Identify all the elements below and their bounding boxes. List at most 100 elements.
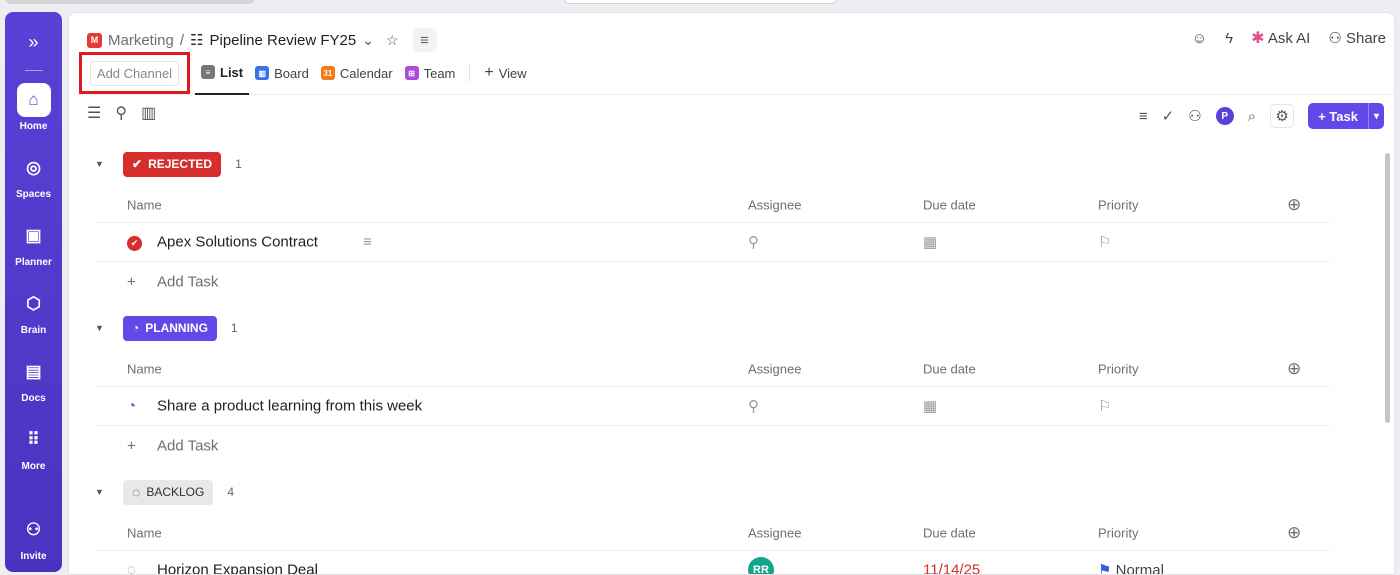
flag-icon[interactable]: ⚐ — [1098, 397, 1111, 415]
invite-button[interactable]: ⚇ Invite — [17, 513, 51, 562]
tab-label: Team — [423, 65, 456, 81]
col-name[interactable]: Name — [127, 197, 162, 212]
sidebar-item-spaces[interactable]: ◎ Spaces — [16, 151, 51, 219]
page-title[interactable]: Pipeline Review FY25 — [209, 32, 356, 49]
add-view-button[interactable]: + View — [478, 52, 532, 95]
collapse-caret-icon[interactable]: ▼ — [95, 159, 123, 169]
chevron-down-icon[interactable]: ⌄ — [362, 32, 374, 49]
task-count: 1 — [235, 157, 242, 171]
description-icon[interactable]: ≡ — [412, 28, 437, 52]
filter-icon[interactable]: ≡ — [1139, 108, 1148, 125]
breadcrumb-workspace[interactable]: Marketing — [108, 32, 174, 49]
task-name[interactable]: Horizon Expansion Deal — [157, 562, 318, 575]
col-name[interactable]: Name — [127, 361, 162, 376]
status-backlog-icon[interactable]: ◌ — [127, 562, 136, 575]
chevron-down-icon[interactable]: ▾ — [1367, 103, 1384, 129]
sidebar-item-home[interactable]: ⌂ Home — [16, 83, 51, 151]
description-icon: ≡ — [363, 233, 372, 251]
ask-ai-button[interactable]: ✱ Ask AI — [1251, 28, 1310, 48]
tab-board[interactable]: ▥ Board — [249, 52, 315, 95]
task-name[interactable]: Share a product learning from this week — [157, 398, 422, 415]
collapse-caret-icon[interactable]: ▼ — [95, 487, 123, 497]
tab-calendar[interactable]: 31 Calendar — [315, 52, 399, 95]
chat-icon[interactable]: ☺ — [1192, 30, 1207, 47]
table-row[interactable]: ◌ Horizon Expansion Deal RR 11/14/25 ⚑ Norma… — [95, 551, 1330, 575]
check-circle-icon[interactable]: ✓ — [1162, 107, 1175, 125]
add-user-icon: ⚇ — [25, 520, 42, 539]
share-button[interactable]: ⚇ Share — [1328, 29, 1386, 47]
priority-cell[interactable]: ⚑ Normal — [1098, 561, 1164, 575]
status-group-rejected: ▼ ✔ REJECTED 1 Name Assignee Due date Priori… — [95, 151, 1330, 301]
columns-icon[interactable]: ▥ — [141, 103, 156, 123]
automation-bolt-icon[interactable]: ϟ — [1225, 30, 1233, 47]
avatar[interactable]: P — [1215, 107, 1234, 125]
gear-icon[interactable]: ⚙ — [1270, 104, 1295, 128]
users-icon: ⚇ — [1328, 30, 1342, 47]
sidebar-item-label: Brain — [20, 325, 47, 336]
status-rejected-icon[interactable]: ✔ — [127, 236, 142, 251]
board-icon: ▥ — [255, 66, 270, 80]
status-badge[interactable]: ◔ PLANNING — [123, 315, 217, 341]
scrollbar[interactable] — [1385, 153, 1390, 423]
add-column-icon[interactable]: ⊕ — [1287, 195, 1301, 215]
avatar[interactable]: RR — [748, 557, 774, 574]
expand-sidebar-icon[interactable]: » — [28, 32, 38, 52]
tab-team[interactable]: ⊞ Team — [399, 52, 462, 95]
assignees-icon[interactable]: ⚇ — [1188, 107, 1201, 125]
col-due-date[interactable]: Due date — [923, 361, 976, 376]
search-icon[interactable]: ⌕ — [1248, 108, 1256, 125]
status-planning-icon[interactable]: ◔ — [127, 398, 136, 415]
add-channel-input[interactable]: Add Channel — [89, 60, 180, 86]
route-icon[interactable]: ⚲ — [115, 103, 127, 123]
sidebar: » ⌂ Home ◎ Spaces ▣ Planner ⬡ Brain ▤ Docs ⠿ M… — [5, 12, 62, 572]
col-assignee[interactable]: Assignee — [748, 525, 801, 540]
main-panel: M Marketing / ☷ Pipeline Review FY25 ⌄ ☆… — [68, 12, 1395, 575]
col-name[interactable]: Name — [127, 525, 162, 540]
list-toolbar-right: ≡ ✓ ⚇ P ⌕ ⚙ + Task ▾ — [1139, 103, 1384, 129]
add-assignee-icon[interactable]: ⚲ — [748, 397, 759, 415]
col-priority[interactable]: Priority — [1098, 525, 1138, 540]
sidebar-item-brain[interactable]: ⬡ Brain — [17, 287, 51, 355]
col-priority[interactable]: Priority — [1098, 361, 1138, 376]
due-date[interactable]: 11/14/25 — [923, 562, 980, 575]
add-task-row[interactable]: + Add Task — [95, 426, 1330, 465]
table-row[interactable]: ◔ Share a product learning from this week… — [95, 387, 1330, 426]
col-due-date[interactable]: Due date — [923, 197, 976, 212]
tab-list[interactable]: ≡ List — [195, 52, 250, 95]
add-column-icon[interactable]: ⊕ — [1287, 523, 1301, 543]
add-task-button[interactable]: + Task ▾ — [1308, 103, 1384, 129]
status-badge[interactable]: ◌ BACKLOG — [123, 479, 214, 505]
task-name[interactable]: Apex Solutions Contract — [157, 234, 318, 251]
plus-icon: + — [484, 64, 494, 81]
sidebar-item-planner[interactable]: ▣ Planner — [15, 219, 52, 287]
col-assignee[interactable]: Assignee — [748, 197, 801, 212]
status-badge[interactable]: ✔ REJECTED — [123, 151, 222, 177]
calendar-add-icon[interactable]: ▦ — [923, 233, 937, 251]
task-count: 1 — [230, 321, 238, 335]
add-task-row[interactable]: + Add Task — [95, 262, 1330, 301]
sidebar-item-more[interactable]: ⠿ More — [17, 423, 51, 491]
star-icon[interactable]: ☆ — [386, 32, 399, 49]
flag-icon[interactable]: ⚐ — [1098, 233, 1111, 251]
global-search-bar[interactable] — [563, 0, 838, 4]
collapse-caret-icon[interactable]: ▼ — [95, 323, 123, 333]
add-assignee-icon[interactable]: ⚲ — [748, 233, 759, 251]
add-task-label: + Task — [1318, 108, 1358, 124]
column-header: Name Assignee Due date Priority ⊕ — [95, 187, 1330, 223]
col-priority[interactable]: Priority — [1098, 197, 1138, 212]
status-group-planning: ▼ ◔ PLANNING 1 Name Assignee Due date Priori… — [95, 315, 1330, 465]
sidebar-item-docs[interactable]: ▤ Docs — [17, 355, 51, 423]
layers-icon[interactable]: ☰ — [87, 103, 101, 123]
col-due-date[interactable]: Due date — [923, 525, 976, 540]
table-row[interactable]: ✔ Apex Solutions Contract ≡ ⚲ ▦ ⚐ — [95, 223, 1330, 262]
planet-icon: ◎ — [26, 158, 41, 177]
col-assignee[interactable]: Assignee — [748, 361, 801, 376]
calendar-icon: ▣ — [25, 226, 42, 245]
calendar-add-icon[interactable]: ▦ — [923, 397, 937, 415]
divider — [24, 70, 43, 71]
breadcrumb-separator: / — [179, 31, 185, 49]
plus-icon: + — [127, 437, 136, 454]
priority-label: Normal — [1115, 562, 1164, 575]
share-label: Share — [1345, 30, 1386, 47]
add-column-icon[interactable]: ⊕ — [1287, 359, 1301, 379]
